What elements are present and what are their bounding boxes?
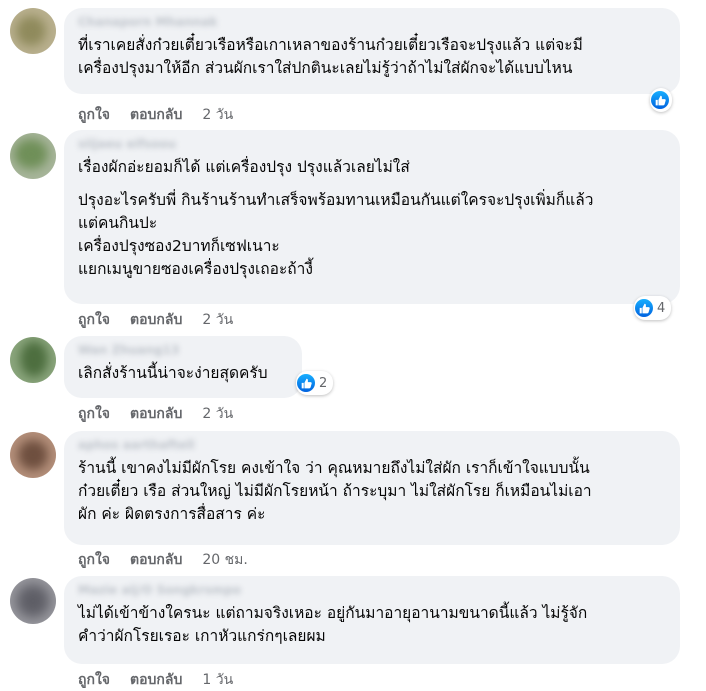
comment-text-line: ที่เราเคยสั่งก๋วยเตี๋ยวเรือหรือเกาเหลาขอ… (78, 36, 583, 54)
comment-text-line: ผัก ค่ะ ผิดตรงการสื่อสาร ค่ะ (78, 505, 266, 523)
reply-link[interactable]: ตอบกลับ (130, 669, 182, 691)
reaction-summary[interactable]: 4 (634, 296, 672, 320)
like-link[interactable]: ถูกใจ (78, 104, 110, 126)
comment-actions: ถูกใจ ตอบกลับ 2 วัน (78, 310, 253, 330)
comment-bubble: Wan Zhuang13 เลิกสั่งร้านนี้น่าจะง่ายสุด… (64, 336, 302, 398)
comment-author[interactable]: siijaeu eifsoou (78, 136, 666, 152)
comment-author[interactable]: Mazie aij/O Songkrsmpo (78, 582, 666, 598)
like-link[interactable]: ถูกใจ (78, 403, 110, 425)
avatar[interactable] (10, 133, 56, 179)
comment-timestamp[interactable]: 2 วัน (202, 403, 233, 425)
like-link[interactable]: ถูกใจ (78, 549, 110, 571)
reply-link[interactable]: ตอบกลับ (130, 309, 182, 331)
reaction-summary[interactable]: 2 (296, 371, 334, 395)
avatar[interactable] (10, 8, 56, 54)
avatar[interactable] (10, 337, 56, 383)
comment-author[interactable]: Chanaporn Mhannak (78, 14, 666, 30)
reply-link[interactable]: ตอบกลับ (130, 104, 182, 126)
comment-text-line: ไม่ได้เข้าข้างใครนะ แต่ถามจริงเหอะ อยู่ก… (78, 604, 588, 622)
reply-link[interactable]: ตอบกลับ (130, 403, 182, 425)
like-link[interactable]: ถูกใจ (78, 309, 110, 331)
avatar[interactable] (10, 578, 56, 624)
comment-author[interactable]: Wan Zhuang13 (78, 342, 288, 358)
like-link[interactable]: ถูกใจ (78, 669, 110, 691)
comment-actions: ถูกใจ ตอบกลับ 2 วัน (78, 105, 253, 125)
comment-timestamp[interactable]: 20 ชม. (202, 549, 247, 571)
comment-bubble: aphos aarthaftell ร้านนี้ เขาคงไม่มีผักโ… (64, 431, 680, 545)
avatar[interactable] (10, 432, 56, 478)
comment-text-line: ร้านนี้ เขาคงไม่มีผักโรย คงเข้าใจ ว่า คุ… (78, 459, 590, 477)
like-reaction-icon (651, 91, 669, 109)
comment-actions: ถูกใจ ตอบกลับ 2 วัน (78, 404, 253, 424)
comment-text-line: คำว่าผักโรยเรอะ เกาหัวแกร่กๆเลยผม (78, 627, 326, 645)
comment-actions: ถูกใจ ตอบกลับ 20 ชม. (78, 550, 268, 570)
comment-text-line: เครื่องปรุงซอง2บาทก็เซฟเนาะ (78, 237, 280, 255)
comment-text-line: ปรุงอะไรครับพี่ กินร้านร้านทำเสร็จพร้อมท… (78, 191, 594, 209)
comment-actions: ถูกใจ ตอบกลับ 1 วัน (78, 670, 253, 690)
comment-bubble: Mazie aij/O Songkrsmpo ไม่ได้เข้าข้างใคร… (64, 576, 680, 664)
comment-text-line: เลิกสั่งร้านนี้น่าจะง่ายสุดครับ (78, 364, 268, 382)
comment-author[interactable]: aphos aarthaftell (78, 437, 666, 453)
comment-text-line: เรื่องผักอ่ะยอมก็ได้ แต่เครื่องปรุง ปรุง… (78, 158, 410, 176)
comment-timestamp[interactable]: 1 วัน (202, 669, 233, 691)
reaction-count: 2 (319, 375, 328, 391)
reaction-count: 4 (657, 300, 666, 316)
reaction-summary[interactable] (650, 88, 672, 112)
comment-bubble: Chanaporn Mhannak ที่เราเคยสั่งก๋วยเตี๋ย… (64, 8, 680, 94)
reply-link[interactable]: ตอบกลับ (130, 549, 182, 571)
like-reaction-icon (297, 374, 315, 392)
comment-timestamp[interactable]: 2 วัน (202, 104, 233, 126)
comment-timestamp[interactable]: 2 วัน (202, 309, 233, 331)
comment-text-line: แต่คนกินปะ (78, 214, 158, 232)
comment-bubble: siijaeu eifsoou เรื่องผักอ่ะยอมก็ได้ แต่… (64, 130, 680, 304)
comment-text-line: แยกเมนูขายซองเครื่องปรุงเถอะถ้างี้ (78, 260, 313, 278)
like-reaction-icon (635, 299, 653, 317)
comment-text-line: เครื่องปรุงมาให้อีก ส่วนผักเราใส่ปกตินะเ… (78, 59, 573, 77)
comment-text-line: ก๋วยเตี๋ยว เรือ ส่วนใหญ่ ไม่มีผักโรยหน้า… (78, 482, 592, 500)
